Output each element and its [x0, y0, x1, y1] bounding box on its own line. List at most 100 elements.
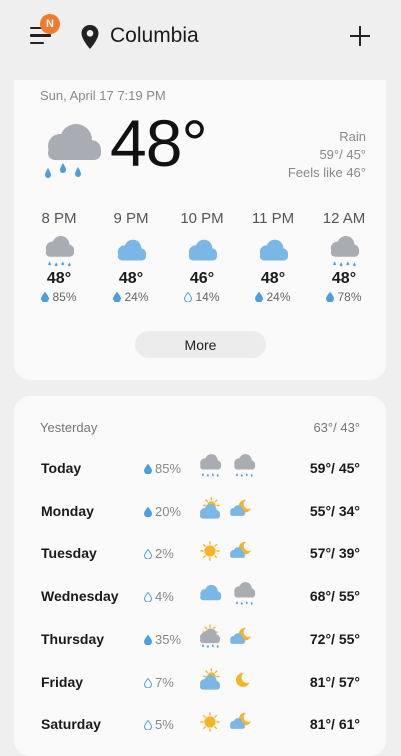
sun-icon — [196, 538, 224, 564]
day-row[interactable]: Wednesday 4% 68°/ 55° — [14, 576, 386, 618]
raindrop-icon — [184, 290, 195, 304]
raindrop-icon — [144, 717, 155, 732]
current-conditions: Rain 59°/ 45° Feels like 46° — [288, 128, 366, 182]
hour-time: 12 AM — [322, 210, 366, 227]
hour-precip: 24% — [96, 290, 166, 304]
raindrop-icon — [41, 290, 52, 304]
day-row[interactable]: Tuesday 2% 57°/ 39° — [14, 533, 386, 575]
raindrop-icon — [144, 461, 155, 476]
cloud-icon — [196, 581, 224, 607]
partly-sunny-icon — [196, 496, 224, 522]
hourly-forecast[interactable]: 8 PM 48° 85% 9 PM 48° 24% 10 PM 46° 14% 11 PM … — [14, 210, 386, 320]
location-pin-icon — [81, 25, 99, 49]
day-precip: 2% — [144, 546, 174, 561]
day-row[interactable]: Friday 7% 81°/ 57° — [14, 662, 386, 704]
hour-time: 9 PM — [113, 210, 149, 227]
day-row[interactable]: Monday 20% 55°/ 34° — [14, 491, 386, 533]
day-name: Friday — [41, 673, 84, 690]
rain-icon — [230, 453, 258, 479]
yesterday-temp: 63°/ 43° — [313, 420, 360, 435]
hourly-item: 10 PM 46° 14% — [167, 210, 237, 304]
current-weather-card: Sun, April 17 7:19 PM 48° Rain 59°/ 45° … — [14, 80, 386, 380]
high-low-temp: 59°/ 45° — [319, 147, 366, 162]
day-precip: 20% — [144, 504, 181, 519]
day-temp: 81°/ 61° — [309, 716, 360, 733]
condition-text: Rain — [339, 129, 366, 144]
day-name: Saturday — [41, 716, 101, 733]
hour-precip: 85% — [24, 290, 94, 304]
day-precip: 4% — [144, 589, 174, 604]
hourly-item: 8 PM 48° 85% — [24, 210, 94, 304]
day-precip-value: 5% — [155, 717, 174, 733]
add-location-button[interactable] — [348, 24, 372, 48]
hour-time: 8 PM — [41, 210, 77, 227]
day-name: Today — [41, 460, 82, 476]
update-datetime: Sun, April 17 7:19 PM — [40, 88, 166, 103]
raindrop-icon — [326, 290, 337, 304]
hour-precip-value: 24% — [266, 290, 291, 304]
rain-icon — [230, 581, 258, 607]
day-temp: 59°/ 45° — [309, 460, 360, 476]
raindrop-icon — [113, 290, 124, 304]
day-row[interactable]: Saturday 5% 81°/ 61° — [14, 704, 386, 746]
hour-precip: 78% — [309, 290, 379, 304]
more-button[interactable]: More — [135, 331, 266, 358]
day-name: Wednesday — [41, 588, 119, 605]
partly-sunny-icon — [196, 667, 224, 693]
day-name: Monday — [41, 502, 94, 519]
day-temp: 81°/ 57° — [309, 673, 360, 690]
hourly-item: 9 PM 48° 24% — [96, 210, 166, 304]
sun-icon — [196, 709, 224, 735]
hour-temp: 48° — [118, 270, 144, 287]
partly-moon-icon — [230, 538, 258, 564]
hour-precip-value: 78% — [337, 290, 362, 304]
raindrop-icon — [144, 546, 155, 561]
rain-icon — [39, 236, 79, 268]
current-temperature: 48° — [110, 106, 208, 180]
hour-temp: 48° — [46, 270, 72, 287]
hour-time: 10 PM — [180, 210, 224, 227]
hour-time: 11 PM — [251, 210, 295, 227]
day-precip-value: 35% — [155, 631, 182, 647]
daily-forecast-card: Yesterday 63°/ 43° Today 85% 59°/ 45° Mond… — [14, 396, 386, 756]
city-name[interactable]: Columbia — [110, 24, 199, 48]
cloud-icon — [182, 236, 222, 268]
raindrop-icon — [144, 504, 155, 519]
raindrop-icon — [255, 290, 266, 304]
day-precip-value: 7% — [155, 674, 174, 690]
partly-moon-icon — [230, 709, 258, 735]
hour-temp: 46° — [189, 270, 215, 287]
day-precip-value: 85% — [155, 461, 182, 476]
cloud-icon — [253, 236, 293, 268]
hour-precip: 14% — [167, 290, 237, 304]
hour-temp: 48° — [260, 270, 286, 287]
sun-rain-icon — [196, 624, 224, 650]
rain-icon — [324, 236, 364, 268]
yesterday-label: Yesterday — [40, 420, 98, 435]
day-precip-value: 2% — [155, 546, 174, 562]
feels-like: Feels like 46° — [287, 165, 366, 180]
day-row[interactable]: Thursday 35% 72°/ 55° — [14, 619, 386, 661]
hourly-item: 11 PM 48° 24% — [238, 210, 308, 304]
day-precip: 5% — [144, 717, 174, 732]
day-precip-value: 4% — [155, 589, 174, 605]
cloud-icon — [111, 236, 151, 268]
raindrop-icon — [144, 589, 155, 604]
rain-cloud-icon — [45, 124, 101, 178]
day-precip: 85% — [144, 461, 181, 476]
day-precip-value: 20% — [155, 503, 182, 519]
raindrop-icon — [144, 632, 155, 647]
day-precip: 35% — [144, 632, 181, 647]
raindrop-icon — [144, 675, 155, 690]
moon-icon — [230, 667, 258, 693]
hourly-item: 12 AM 48° 78% — [309, 210, 379, 304]
day-precip: 7% — [144, 675, 174, 690]
hour-temp: 48° — [331, 270, 357, 287]
day-row[interactable]: Today 85% 59°/ 45° — [14, 448, 386, 490]
partly-moon-icon — [230, 624, 258, 650]
day-temp: 57°/ 39° — [309, 545, 360, 562]
day-temp: 55°/ 34° — [309, 502, 360, 519]
hour-precip-value: 85% — [52, 290, 77, 304]
hour-precip-value: 14% — [195, 290, 220, 304]
partly-moon-icon — [230, 496, 258, 522]
